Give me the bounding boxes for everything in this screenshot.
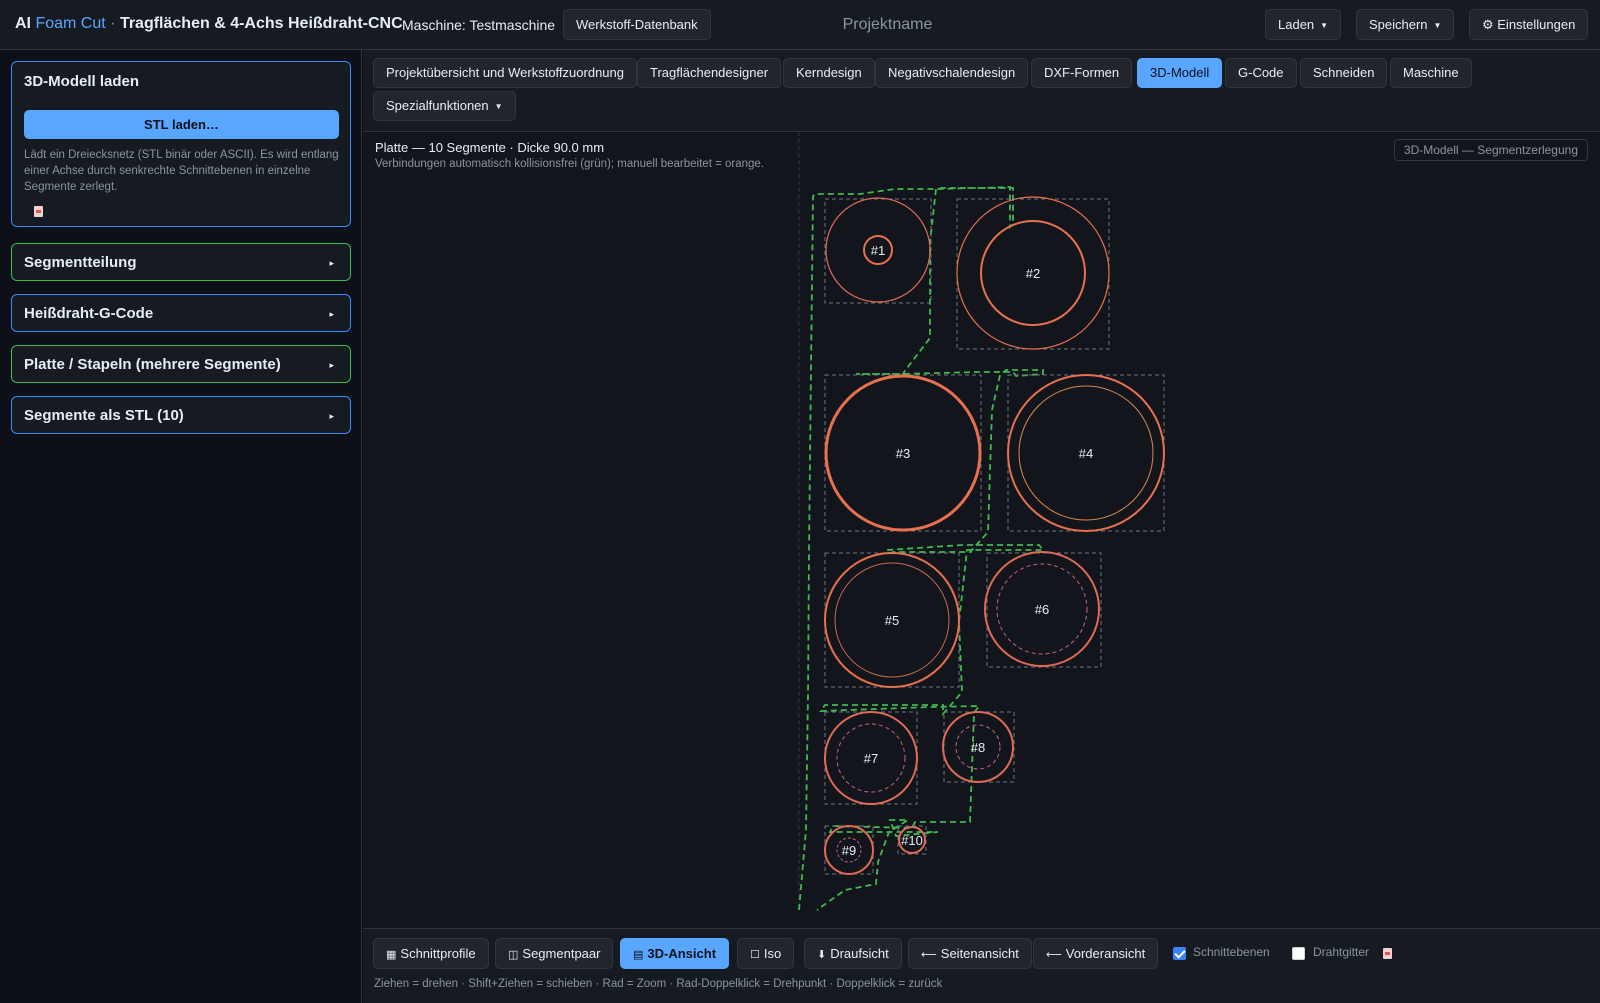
pdf-icon[interactable] [34,206,43,217]
front-view-label: Vorderansicht [1065,946,1146,961]
grid-icon: ▦ [386,949,397,961]
section-planes-checkbox[interactable] [1173,947,1186,960]
tab-dxf-shapes[interactable]: DXF-Formen [1031,58,1133,88]
load-label: Laden [1278,17,1315,32]
settings-button[interactable]: ⚙ Einstellungen [1469,9,1589,40]
tab-bar: Projektübersicht und Werkstoffzuordnung … [363,50,1600,132]
plate-canvas[interactable]: #1 #2 #3 #4 #5 #6 #7 #8 #9 #10 Platte — … [363,132,1600,928]
plate-info: Platte — 10 Segmente · Dicke 90.0 mm [375,140,605,155]
section-planes-label: Schnittebenen [1193,945,1270,959]
app-title-rest: Tragflächen & 4-Achs Heißdraht-CNC [119,15,403,32]
segment-label: #9 [842,843,856,858]
segment-contours [824,196,1165,875]
panel-segmentation-title: Segmentteilung [24,254,137,271]
plate-layout-svg[interactable]: #1 #2 #3 #4 #5 #6 #7 #8 #9 #10 [363,132,1600,928]
side-view-label: Seitenansicht [940,946,1019,961]
segment-label: #5 [885,613,899,628]
sidebar: 3D-Modell laden STL laden… Lädt ein Drei… [0,50,362,1003]
save-label: Speichern [1369,17,1428,32]
segment-label: #7 [864,751,878,766]
pdf-icon[interactable] [1383,948,1392,959]
chevron-right-icon: ▸ [329,360,334,370]
navigation-hint: Ziehen = drehen · Shift+Ziehen = schiebe… [374,978,943,990]
app-title-accent: Foam Cut [35,15,106,32]
chevron-down-icon: ▼ [1320,21,1329,31]
plate-legend: Verbindungen automatisch kollisionsfrei … [375,158,764,170]
segment-pair-button[interactable]: ◫ Segmentpaar [495,938,614,969]
segment-label: #2 [1026,266,1040,281]
top-view-label: Draufsicht [830,946,889,961]
wireframe-checkbox[interactable] [1292,947,1305,960]
material-database-button[interactable]: Werkstoff-Datenbank [563,9,711,40]
arrow-left-icon: ⟵ [921,949,937,961]
tab-project-overview[interactable]: Projektübersicht und Werkstoffzuordnung [373,58,637,88]
tab-wing-designer[interactable]: Tragflächendesigner [637,58,782,88]
panel-hotwire-gcode-title: Heißdraht-G-Code [24,305,154,322]
load-model-description: Lädt ein Dreiecksnetz (STL binär oder AS… [24,149,339,193]
segment-label: #6 [1035,602,1049,617]
load-stl-button[interactable]: STL laden… [24,110,339,139]
load-model-title: 3D-Modell laden [24,73,140,90]
tab-machine[interactable]: Maschine [1390,58,1472,88]
chevron-right-icon: ▸ [329,411,334,421]
app-title-prefix: AI [15,15,31,32]
chevron-right-icon: ▸ [329,309,334,319]
segment-label: #8 [971,740,985,755]
panel-hotwire-gcode[interactable]: Heißdraht-G-Code ▸ [11,294,351,332]
segment-bounding-boxes [824,198,1165,875]
tab-cutting[interactable]: Schneiden [1300,58,1388,88]
chevron-down-icon: ▼ [1433,21,1442,31]
arrow-left-icon: ⟵ [1046,949,1062,961]
tab-gcode[interactable]: G-Code [1225,58,1297,88]
chevron-right-icon: ▸ [329,258,334,268]
segment-label: #3 [896,446,910,461]
iso-view-label: Iso [763,946,782,961]
view-toolbar: ▦ Schnittprofile ◫ Segmentpaar ▤ 3D-Ansicht… [363,928,1600,1003]
view-badge: 3D-Modell — Segmentzerlegung [1393,139,1588,161]
tab-special-functions-label: Spezialfunktionen [386,98,489,113]
chevron-down-icon: ▼ [494,101,503,111]
load-button[interactable]: Laden ▼ [1265,9,1342,40]
save-button[interactable]: Speichern ▼ [1356,9,1455,40]
panel-segments-stl[interactable]: Segmente als STL (10) ▸ [11,396,351,434]
layers-icon: ▤ [633,949,644,961]
wireframe-label: Drahtgitter [1313,945,1370,959]
panel-plate-stacking[interactable]: Platte / Stapeln (mehrere Segmente) ▸ [11,345,351,383]
front-view-button[interactable]: ⟵ Vorderansicht [1033,938,1159,969]
3d-view-label: 3D-Ansicht [647,946,717,961]
3d-view-button[interactable]: ▤ 3D-Ansicht [620,938,730,969]
segment-label: #10 [901,833,923,848]
tab-special-functions[interactable]: Spezialfunktionen ▼ [373,91,516,121]
load-model-panel: 3D-Modell laden STL laden… Lädt ein Drei… [11,61,351,227]
tab-3d-model[interactable]: 3D-Modell [1137,58,1223,88]
section-profiles-button[interactable]: ▦ Schnittprofile [373,938,489,969]
app-title: AI Foam Cut · Tragflächen & 4-Achs Heißd… [15,15,403,33]
arrow-down-icon: ⬇ [817,949,827,961]
tab-negative-shell-design[interactable]: Negativschalendesign [875,58,1029,88]
iso-view-button[interactable]: ☐ Iso [737,938,795,969]
project-name-input[interactable] [790,14,985,36]
segment-pair-label: Segmentpaar [522,946,601,961]
wire-connection-path [798,186,1045,911]
side-view-button[interactable]: ⟵ Seitenansicht [908,938,1032,969]
segment-label: #4 [1079,446,1093,461]
machine-label: Maschine: Testmaschine [402,17,556,33]
split-view-icon: ◫ [508,949,519,961]
cube-icon: ☐ [750,949,760,961]
panel-plate-stacking-title: Platte / Stapeln (mehrere Segmente) [24,356,281,373]
section-profiles-label: Schnittprofile [400,946,476,961]
app-title-separator: · [110,15,116,32]
segment-label: #1 [871,243,885,258]
panel-segmentation[interactable]: Segmentteilung ▸ [11,243,351,281]
top-view-button[interactable]: ⬇ Draufsicht [804,938,902,969]
top-bar: AI Foam Cut · Tragflächen & 4-Achs Heißd… [0,0,1600,50]
tab-core-design[interactable]: Kerndesign [783,58,875,88]
panel-segments-stl-title: Segmente als STL (10) [24,407,184,424]
